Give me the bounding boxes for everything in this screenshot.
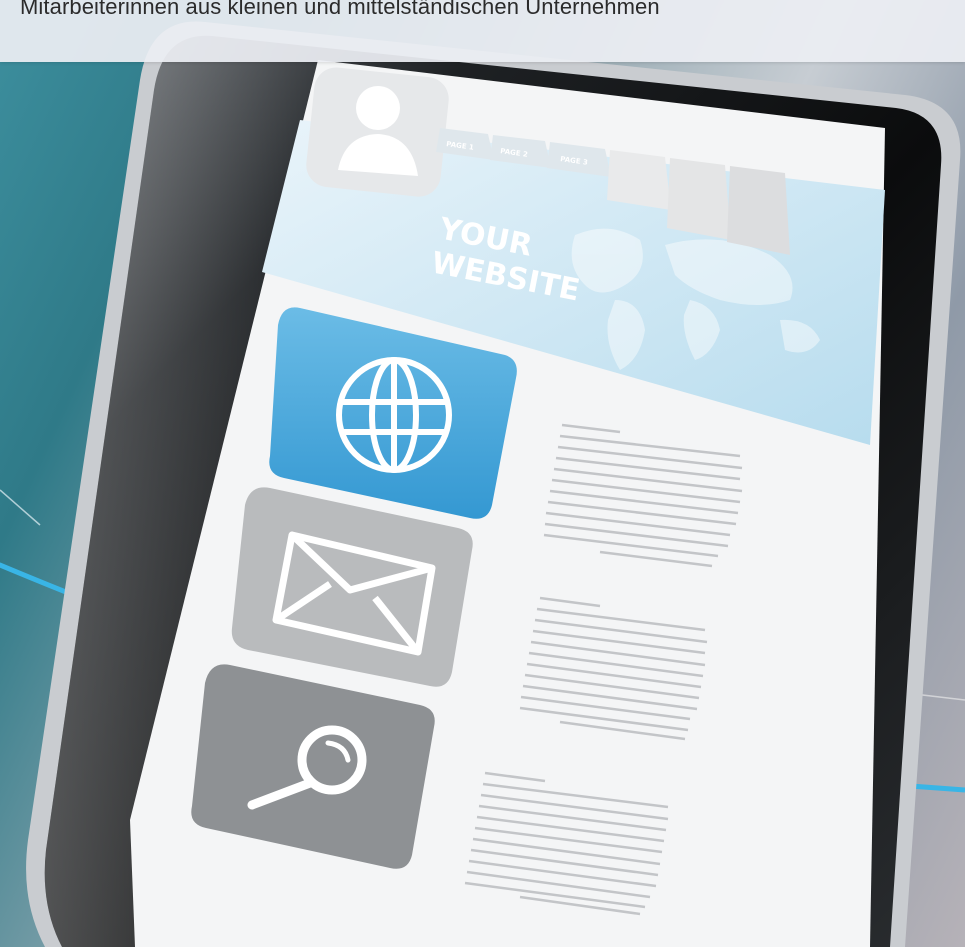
avatar-icon <box>306 67 449 197</box>
top-banner: Mitarbeiterinnen aus kleinen und mittels… <box>0 0 965 62</box>
tab-blank-1 <box>607 150 671 210</box>
tablet-illustration: PAGE 1 PAGE 2 PAGE 3 YOUR WEBSITE <box>0 21 965 947</box>
light-streak-faint <box>0 489 41 526</box>
tab-blank-3 <box>727 166 790 255</box>
banner-text: Mitarbeiterinnen aus kleinen und mittels… <box>20 0 660 19</box>
tablet-hero-image: PAGE 1 PAGE 2 PAGE 3 YOUR WEBSITE Mitarb… <box>0 0 965 947</box>
tab-blank-2 <box>667 158 731 240</box>
